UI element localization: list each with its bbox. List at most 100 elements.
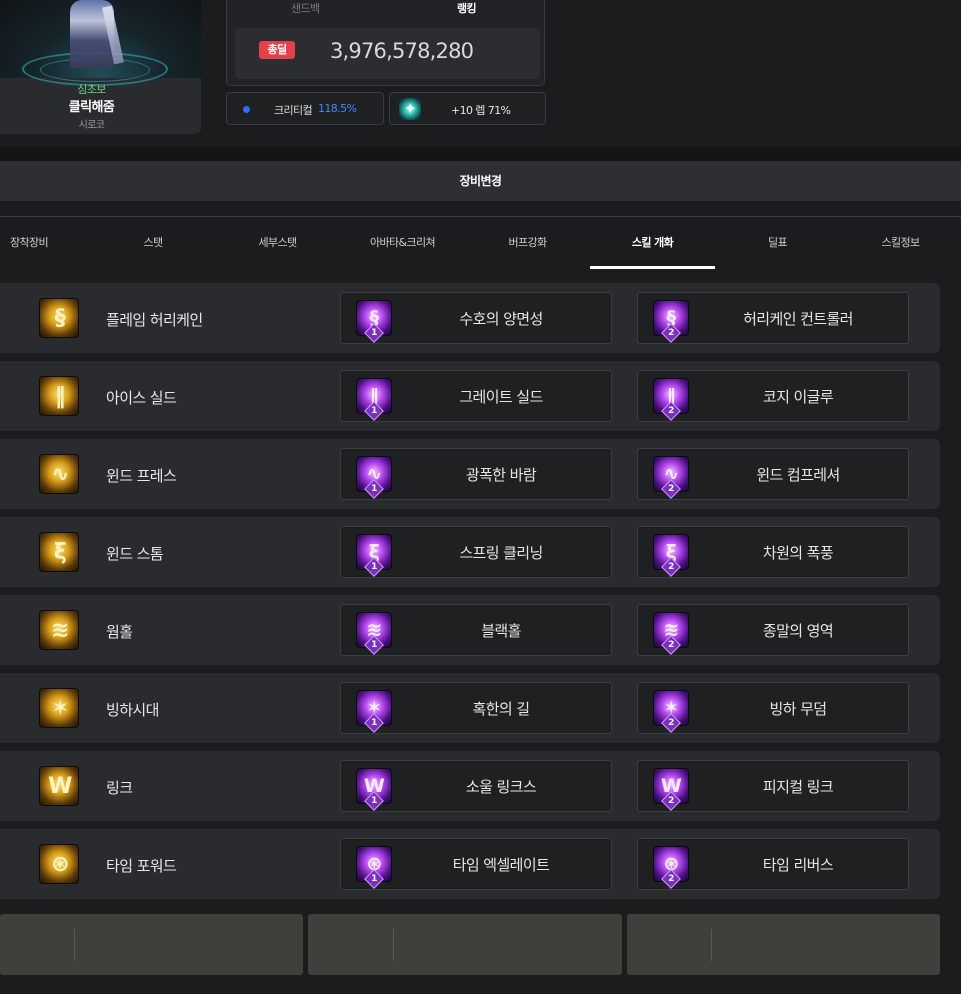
- skill-enhance-option-1[interactable]: ξ1 스프링 클리닝: [340, 526, 612, 578]
- equip-change-button[interactable]: 장비변경: [0, 161, 961, 201]
- skill-enhance-option-1[interactable]: ∿ 1 광폭한 바람: [340, 448, 612, 500]
- enhance-option-label: 수호의 양면성: [459, 310, 543, 328]
- tab-equipment[interactable]: 장착장비: [0, 217, 58, 269]
- tab-sandbag[interactable]: 샌드백: [291, 0, 320, 16]
- tab-ranking[interactable]: 랭킹: [457, 0, 477, 16]
- enhance-1-icon: ∿ 1: [356, 456, 392, 499]
- bottom-panel-3: [627, 914, 940, 975]
- enhance-2-icon: § 2: [653, 300, 689, 343]
- enhance-option-label: 타임 리버스: [762, 856, 834, 874]
- link-icon: W: [39, 766, 79, 806]
- critical-stat-box: 크리티컬 118.5%: [226, 92, 384, 125]
- skill-name: 타임 포워드: [106, 857, 177, 875]
- skill-enhance-option-1[interactable]: W1 소울 링크스: [340, 760, 612, 812]
- panel-divider: [393, 929, 394, 961]
- skill-row: ≋ 웜홀 ≋ 1 블랙홀 ≋ 2 종말의 영역: [0, 595, 940, 665]
- skill-row: ‖ 아이스 실드 ‖ 1 그레이트 실드 ‖ 2 코지 이글루: [0, 361, 940, 431]
- critical-label: 크리티컬: [274, 104, 313, 117]
- skill-enhance-option-1[interactable]: ≋ 1 블랙홀: [340, 604, 612, 656]
- enhance-option-label: 허리케인 컨트롤러: [743, 310, 853, 328]
- skill-enhance-option-2[interactable]: W2 피지컬 링크: [637, 760, 909, 812]
- enhance-2-icon: ⊛ 2: [653, 846, 689, 889]
- total-damage-badge: 총딜: [259, 41, 295, 59]
- total-damage-box: 총딜 3,976,578,280: [235, 28, 540, 79]
- enhance-1-icon: ξ1: [356, 534, 392, 577]
- character-server: 시로코: [78, 120, 105, 131]
- wind-press-icon: ∿: [39, 454, 79, 494]
- enhance-2-icon: ξ2: [653, 534, 689, 577]
- enhance-1-icon: ✶ 1: [356, 690, 392, 733]
- enhance-option-label: 블랙홀: [481, 622, 521, 640]
- enhance-1-icon: ⊛ 1: [356, 846, 392, 889]
- skill-row: § 플레임 허리케인 § 1 수호의 양면성 § 2 허리케인 컨트롤러: [0, 283, 940, 353]
- enchant-text: +10 렙 71%: [451, 104, 511, 117]
- enhance-option-label: 윈드 컴프레셔: [756, 466, 840, 484]
- enhance-option-label: 차원의 폭풍: [762, 544, 834, 562]
- skill-enhance-option-1[interactable]: ‖ 1 그레이트 실드: [340, 370, 612, 422]
- skill-name: 링크: [106, 779, 133, 797]
- skill-enhance-option-1[interactable]: § 1 수호의 양면성: [340, 292, 612, 344]
- skill-row: ∿ 윈드 프레스 ∿ 1 광폭한 바람 ∿ 2 윈드 컴프레셔: [0, 439, 940, 509]
- ice-age-icon: ✶: [39, 688, 79, 728]
- skill-enhance-option-2[interactable]: ∿ 2 윈드 컴프레셔: [637, 448, 909, 500]
- bottom-panel-2: [308, 914, 622, 975]
- skill-enhance-option-1[interactable]: ✶ 1 혹한의 길: [340, 682, 612, 734]
- enchant-stat-box: ✦ +10 렙 71%: [389, 92, 546, 125]
- character-name: 클릭해줌: [68, 100, 115, 115]
- enhance-option-label: 종말의 영역: [762, 622, 834, 640]
- skill-name: 웜홀: [106, 623, 133, 641]
- enhance-2-icon: ≋ 2: [653, 612, 689, 655]
- skill-enhance-option-2[interactable]: ✶ 2 빙하 무덤: [637, 682, 909, 734]
- tab-buff-enhance[interactable]: 버프강화: [465, 217, 590, 269]
- character-card: 심초보 클릭해줌 시로코: [0, 0, 201, 134]
- tab-damage-table[interactable]: 딜표: [715, 217, 840, 269]
- wind-storm-icon: ξ: [39, 532, 79, 572]
- time-forward-icon: ⊛: [39, 844, 79, 884]
- enhance-1-icon: W1: [356, 768, 392, 811]
- wormhole-icon: ≋: [39, 610, 79, 650]
- enhance-option-label: 소울 링크스: [465, 778, 537, 796]
- tab-stats[interactable]: 스탯: [91, 217, 215, 269]
- character-class: 심초보: [77, 83, 106, 96]
- enhance-option-label: 광폭한 바람: [465, 466, 537, 484]
- tab-skill-bloom[interactable]: 스킬 개화: [590, 217, 715, 269]
- skill-enhance-option-1[interactable]: ⊛ 1 타임 엑셀레이트: [340, 838, 612, 890]
- total-damage-value: 3,976,578,280: [330, 39, 474, 63]
- skill-name: 윈드 프레스: [106, 467, 177, 485]
- enhance-option-label: 그레이트 실드: [459, 388, 543, 406]
- critical-value: 118.5%: [318, 102, 357, 115]
- skill-row: ⊛ 타임 포워드 ⊛ 1 타임 엑셀레이트 ⊛ 2 타임 리버스: [0, 829, 940, 899]
- skill-enhance-option-2[interactable]: ξ2 차원의 폭풍: [637, 526, 909, 578]
- bottom-panel-1: [0, 914, 303, 975]
- panel-divider: [74, 929, 75, 961]
- enhance-option-label: 타임 엑셀레이트: [452, 856, 550, 874]
- tab-skill-info[interactable]: 스킬정보: [840, 217, 961, 269]
- enhance-2-icon: ✶ 2: [653, 690, 689, 733]
- enhance-2-icon: ∿ 2: [653, 456, 689, 499]
- skill-enhance-option-2[interactable]: ⊛ 2 타임 리버스: [637, 838, 909, 890]
- enhance-2-icon: ‖ 2: [653, 378, 689, 421]
- enhance-option-label: 스프링 클리닝: [459, 544, 543, 562]
- ice-shield-icon: ‖: [39, 376, 79, 416]
- enhance-option-label: 빙하 무덤: [769, 700, 828, 718]
- skill-name: 플레임 허리케인: [106, 311, 203, 329]
- character-portrait: [0, 0, 201, 86]
- tab-bar: 장착장비 스탯 세부스탯 아바타&크리쳐 버프강화 스킬 개화 딜표 스킬정보: [0, 216, 961, 269]
- flame-hurricane-icon: §: [39, 298, 79, 338]
- skill-name: 윈드 스톰: [106, 545, 164, 563]
- skill-row: W 링크 W1 소울 링크스 W2 피지컬 링크: [0, 751, 940, 821]
- tab-avatar-creature[interactable]: 아바타&크리쳐: [340, 217, 465, 269]
- tab-detail-stats[interactable]: 세부스탯: [215, 217, 340, 269]
- enhance-1-icon: ‖ 1: [356, 378, 392, 421]
- critical-dot-icon: [243, 106, 250, 113]
- skill-enhance-option-2[interactable]: ≋ 2 종말의 영역: [637, 604, 909, 656]
- skill-enhance-option-2[interactable]: ‖ 2 코지 이글루: [637, 370, 909, 422]
- skill-name: 아이스 실드: [106, 389, 177, 407]
- skill-row: ✶ 빙하시대 ✶ 1 혹한의 길 ✶ 2 빙하 무덤: [0, 673, 940, 743]
- enhance-option-label: 혹한의 길: [472, 700, 531, 718]
- skill-enhance-option-2[interactable]: § 2 허리케인 컨트롤러: [637, 292, 909, 344]
- enhance-2-icon: W2: [653, 768, 689, 811]
- enhance-option-label: 코지 이글루: [762, 388, 834, 406]
- panel-divider: [711, 929, 712, 961]
- skill-name: 빙하시대: [106, 701, 159, 719]
